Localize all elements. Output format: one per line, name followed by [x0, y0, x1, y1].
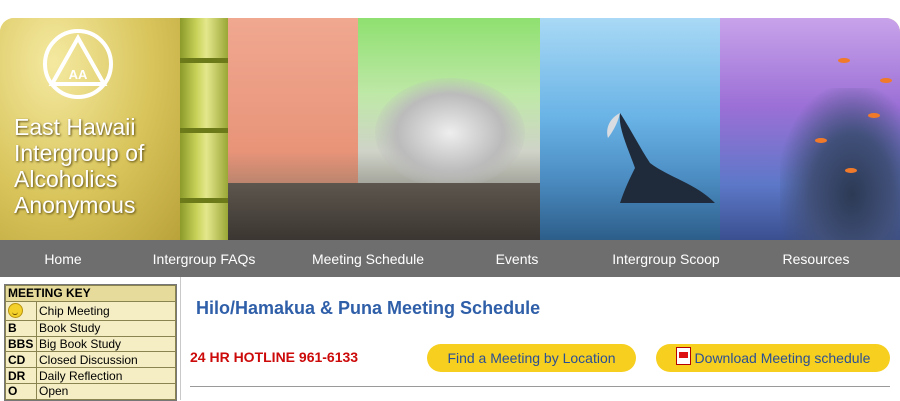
meeting-key-label: Big Book Study — [36, 335, 176, 353]
download-schedule-label: Download Meeting schedule — [694, 350, 871, 366]
fish-image — [880, 78, 892, 83]
logo-text: AA — [69, 67, 88, 82]
hotline-text: 24 HR HOTLINE 961-6133 — [190, 349, 359, 365]
bamboo-image — [180, 18, 228, 240]
meeting-key: MEETING KEY Chip Meeting B Book Study BB… — [4, 284, 177, 401]
org-name-line: Anonymous — [14, 192, 136, 218]
whale-image — [607, 113, 715, 203]
meeting-key-label: Book Study — [36, 319, 176, 337]
org-name-line: Intergroup of — [14, 140, 145, 166]
logo-panel: AA East Hawaii Intergroup of Alcoholics … — [0, 18, 180, 240]
pdf-icon — [675, 347, 691, 365]
nav-intergroup-faqs[interactable]: Intergroup FAQs — [139, 240, 269, 277]
find-meeting-button[interactable]: Find a Meeting by Location — [427, 344, 636, 372]
nav-meeting-schedule[interactable]: Meeting Schedule — [298, 240, 438, 277]
nav-intergroup-scoop[interactable]: Intergroup Scoop — [596, 240, 736, 277]
fish-image — [838, 58, 850, 63]
meeting-key-label: Chip Meeting — [36, 300, 176, 321]
meeting-key-code: DR — [5, 367, 37, 384]
header-banner: AA East Hawaii Intergroup of Alcoholics … — [0, 18, 900, 240]
content-divider — [190, 386, 890, 387]
page-title: Hilo/Hamakua & Puna Meeting Schedule — [196, 298, 541, 318]
coral-reef-image — [780, 88, 900, 240]
meeting-key-title: MEETING KEY — [5, 285, 176, 302]
download-schedule-button[interactable]: Download Meeting schedule — [656, 344, 890, 372]
org-name-line: Alcoholics — [14, 166, 118, 192]
meeting-key-label: Closed Discussion — [36, 351, 176, 369]
nav-home[interactable]: Home — [13, 240, 113, 277]
aa-logo-icon[interactable]: AA — [42, 28, 114, 100]
main-nav: Home Intergroup FAQs Meeting Schedule Ev… — [0, 240, 900, 277]
fish-image — [815, 138, 827, 143]
nav-resources[interactable]: Resources — [770, 240, 862, 277]
fish-image — [845, 168, 857, 173]
nav-events[interactable]: Events — [477, 240, 557, 277]
meeting-key-code: B — [5, 319, 37, 337]
meeting-key-label: Open — [36, 382, 176, 400]
meeting-key-code — [5, 300, 37, 321]
meeting-key-label: Daily Reflection — [36, 367, 176, 384]
sidebar-divider — [180, 277, 181, 400]
org-name-line: East Hawaii — [14, 114, 136, 140]
lava-field-image — [228, 183, 540, 240]
smiley-icon — [8, 302, 23, 318]
fish-image — [868, 113, 880, 118]
org-name[interactable]: East Hawaii Intergroup of Alcoholics Ano… — [14, 114, 179, 218]
meeting-key-code: CD — [5, 351, 37, 369]
volcano-smoke-image — [375, 78, 525, 188]
meeting-key-code: O — [5, 382, 37, 400]
meeting-key-code: BBS — [5, 335, 37, 353]
